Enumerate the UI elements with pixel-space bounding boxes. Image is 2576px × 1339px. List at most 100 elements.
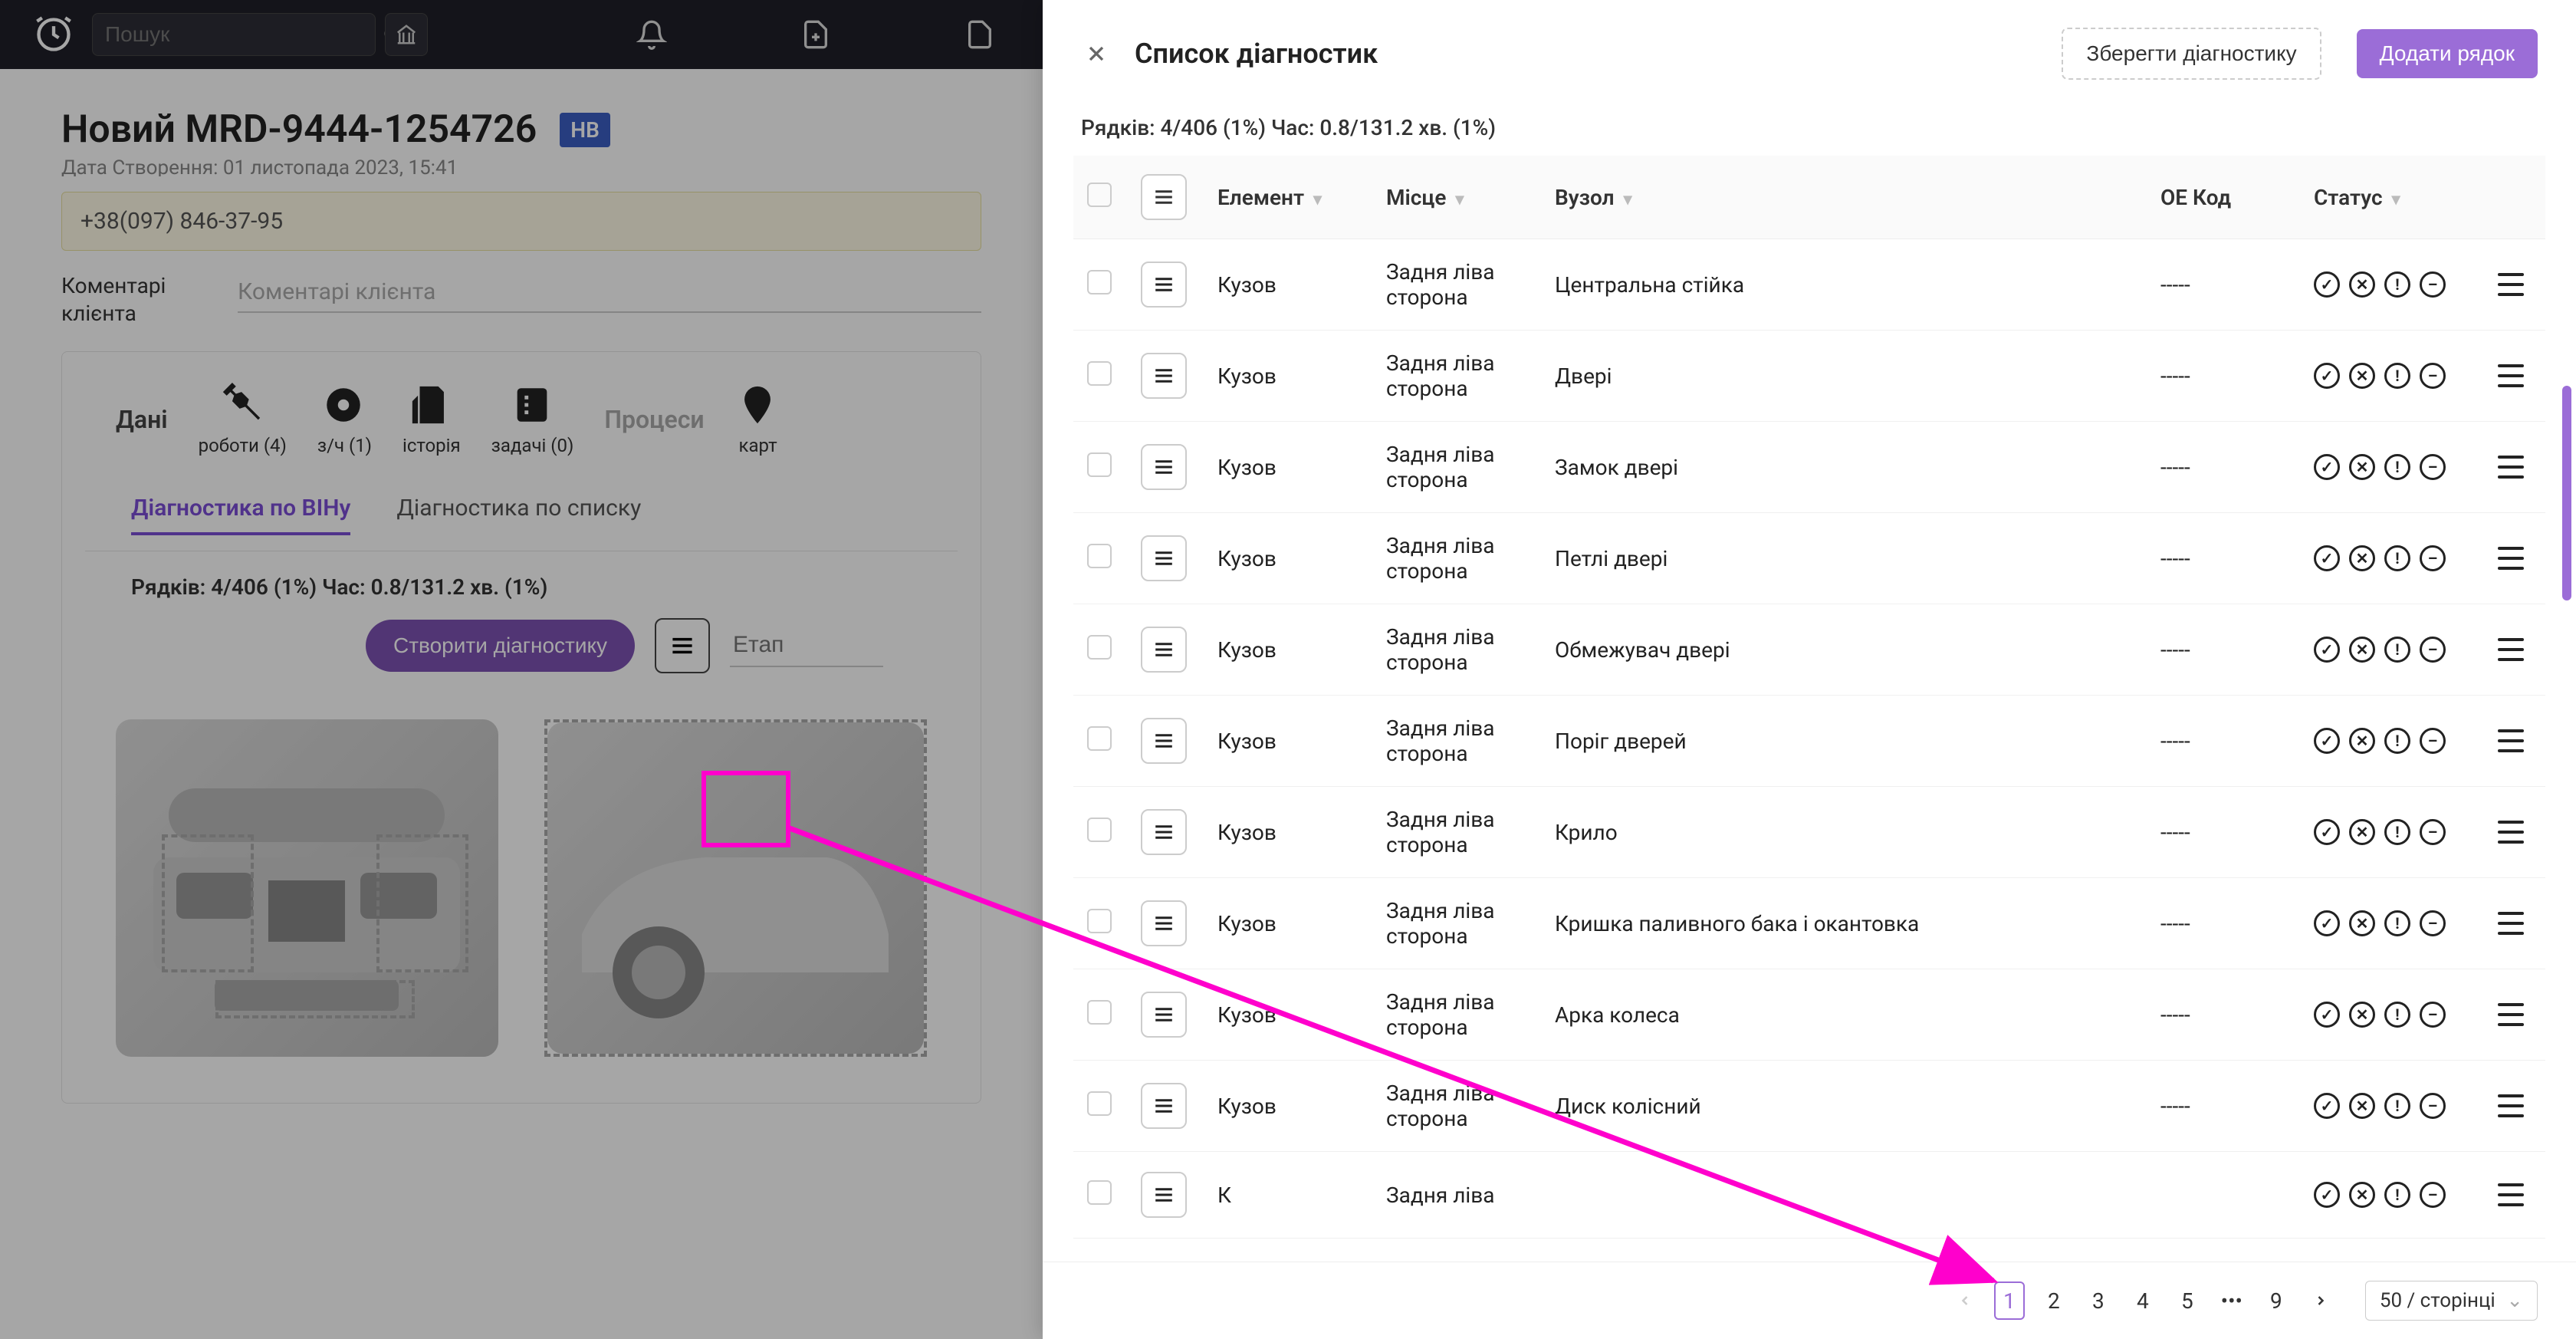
status-fail-icon[interactable]: ✕ <box>2349 363 2375 389</box>
row-menu-button[interactable] <box>1141 1172 1187 1218</box>
status-ok-icon[interactable]: ✓ <box>2314 1002 2340 1028</box>
select-all-checkbox[interactable] <box>1087 183 1112 207</box>
status-fail-icon[interactable]: ✕ <box>2349 1002 2375 1028</box>
row-actions-icon[interactable] <box>2498 1094 2524 1117</box>
status-warn-icon[interactable]: ! <box>2384 1182 2410 1208</box>
status-ok-icon[interactable]: ✓ <box>2314 1093 2340 1119</box>
page-number[interactable]: 4 <box>2128 1281 2158 1320</box>
status-skip-icon[interactable]: – <box>2420 363 2446 389</box>
region-front-left[interactable] <box>162 834 254 972</box>
page-number[interactable]: 9 <box>2261 1281 2292 1320</box>
scrollbar[interactable] <box>2562 386 2571 600</box>
inner-tab-list[interactable]: Діагностика по списку <box>396 495 641 535</box>
row-actions-icon[interactable] <box>2498 364 2524 387</box>
diag-menu-button[interactable] <box>655 618 710 673</box>
status-ok-icon[interactable]: ✓ <box>2314 271 2340 298</box>
app-logo-icon[interactable] <box>31 12 77 58</box>
row-checkbox[interactable] <box>1087 1000 1112 1025</box>
tab-kart[interactable]: карт <box>735 383 781 456</box>
row-checkbox[interactable] <box>1087 726 1112 751</box>
row-menu-button[interactable] <box>1141 718 1187 764</box>
page-size-select[interactable]: 50 / сторінці ⌄ <box>2365 1281 2538 1321</box>
stage-input[interactable] <box>730 624 883 667</box>
car-side-view[interactable] <box>544 719 927 1057</box>
status-ok-icon[interactable]: ✓ <box>2314 545 2340 571</box>
row-actions-icon[interactable] <box>2498 1183 2524 1206</box>
status-warn-icon[interactable]: ! <box>2384 728 2410 754</box>
status-fail-icon[interactable]: ✕ <box>2349 545 2375 571</box>
row-checkbox[interactable] <box>1087 909 1112 933</box>
row-menu-button[interactable] <box>1141 262 1187 308</box>
comment-input[interactable]: Коментарі клієнта <box>238 272 981 313</box>
row-checkbox[interactable] <box>1087 270 1112 294</box>
status-skip-icon[interactable]: – <box>2420 271 2446 298</box>
bell-icon[interactable] <box>635 18 669 51</box>
row-checkbox[interactable] <box>1087 452 1112 477</box>
row-actions-icon[interactable] <box>2498 273 2524 296</box>
status-warn-icon[interactable]: ! <box>2384 819 2410 845</box>
status-ok-icon[interactable]: ✓ <box>2314 637 2340 663</box>
row-checkbox[interactable] <box>1087 1091 1112 1116</box>
create-diag-button[interactable]: Створити діагностику <box>366 620 635 672</box>
status-fail-icon[interactable]: ✕ <box>2349 637 2375 663</box>
status-warn-icon[interactable]: ! <box>2384 363 2410 389</box>
status-fail-icon[interactable]: ✕ <box>2349 1093 2375 1119</box>
filter-icon[interactable]: ▾ <box>1624 190 1632 209</box>
search-input[interactable] <box>105 22 382 47</box>
row-actions-icon[interactable] <box>2498 729 2524 752</box>
status-ok-icon[interactable]: ✓ <box>2314 363 2340 389</box>
status-fail-icon[interactable]: ✕ <box>2349 454 2375 480</box>
status-warn-icon[interactable]: ! <box>2384 637 2410 663</box>
page-prev[interactable] <box>1950 1281 1980 1320</box>
tab-dani[interactable]: Дані <box>116 405 168 434</box>
row-menu-button[interactable] <box>1141 900 1187 946</box>
region-front-bumper[interactable] <box>215 980 415 1018</box>
row-actions-icon[interactable] <box>2498 638 2524 661</box>
status-skip-icon[interactable]: – <box>2420 1093 2446 1119</box>
status-ok-icon[interactable]: ✓ <box>2314 728 2340 754</box>
status-fail-icon[interactable]: ✕ <box>2349 271 2375 298</box>
filter-icon[interactable]: ▾ <box>1313 190 1322 209</box>
row-checkbox[interactable] <box>1087 361 1112 386</box>
row-actions-icon[interactable] <box>2498 456 2524 479</box>
row-menu-button[interactable] <box>1141 627 1187 673</box>
car-front-view[interactable] <box>116 719 498 1057</box>
row-menu-button[interactable] <box>1141 992 1187 1038</box>
status-warn-icon[interactable]: ! <box>2384 1002 2410 1028</box>
row-actions-icon[interactable] <box>2498 821 2524 844</box>
inner-tab-vin[interactable]: Діагностика по ВІНу <box>131 495 350 535</box>
page-number[interactable]: 2 <box>2039 1281 2069 1320</box>
status-skip-icon[interactable]: – <box>2420 728 2446 754</box>
status-warn-icon[interactable]: ! <box>2384 545 2410 571</box>
row-checkbox[interactable] <box>1087 635 1112 660</box>
new-doc-icon[interactable] <box>799 18 833 51</box>
tab-zadachi[interactable]: задачі (0) <box>491 383 574 456</box>
tab-roboty[interactable]: роботи (4) <box>199 383 287 456</box>
row-checkbox[interactable] <box>1087 544 1112 568</box>
status-skip-icon[interactable]: – <box>2420 819 2446 845</box>
status-ok-icon[interactable]: ✓ <box>2314 910 2340 936</box>
status-skip-icon[interactable]: – <box>2420 1002 2446 1028</box>
doc-icon[interactable] <box>963 18 997 51</box>
status-skip-icon[interactable]: – <box>2420 545 2446 571</box>
status-fail-icon[interactable]: ✕ <box>2349 1182 2375 1208</box>
filter-icon[interactable]: ▾ <box>1455 190 1464 209</box>
tab-istoriya[interactable]: історія <box>402 383 461 456</box>
save-diag-button[interactable]: Зберегти діагностику <box>2062 28 2321 80</box>
status-ok-icon[interactable]: ✓ <box>2314 819 2340 845</box>
add-row-button[interactable]: Додати рядок <box>2357 29 2538 78</box>
row-menu-button[interactable] <box>1141 535 1187 581</box>
search-box[interactable] <box>92 13 376 56</box>
status-ok-icon[interactable]: ✓ <box>2314 454 2340 480</box>
page-number[interactable]: 5 <box>2172 1281 2203 1320</box>
row-menu-button[interactable] <box>1141 809 1187 855</box>
tab-zch[interactable]: з/ч (1) <box>317 383 372 456</box>
row-menu-button[interactable] <box>1141 353 1187 399</box>
status-warn-icon[interactable]: ! <box>2384 271 2410 298</box>
row-actions-icon[interactable] <box>2498 912 2524 935</box>
page-number[interactable]: 3 <box>2083 1281 2114 1320</box>
row-menu-button[interactable] <box>1141 444 1187 490</box>
status-fail-icon[interactable]: ✕ <box>2349 910 2375 936</box>
row-checkbox[interactable] <box>1087 1180 1112 1205</box>
header-menu-button[interactable] <box>1141 174 1187 220</box>
